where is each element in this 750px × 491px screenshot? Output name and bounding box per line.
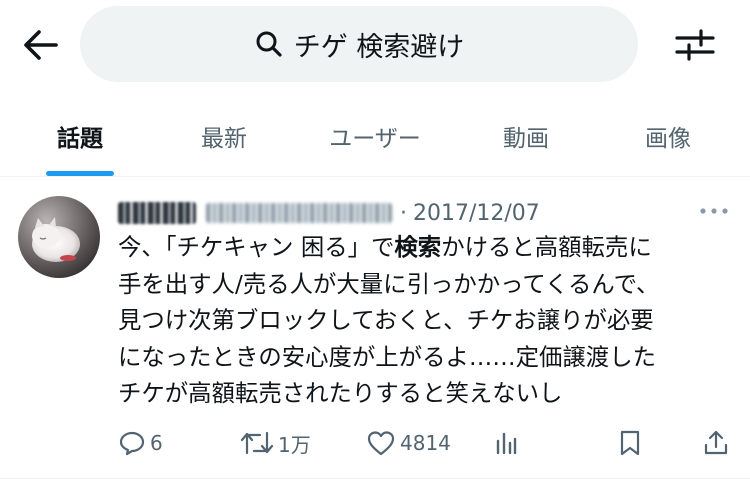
tweet-actions: 6 1万 4814 — [0, 425, 750, 461]
tweet[interactable]: · 2017/12/07 今、「チケキャン 困る」で検索かけると高額転売に 手を… — [0, 177, 750, 477]
retweet-button[interactable]: 1万 — [240, 425, 311, 461]
like-icon — [367, 431, 395, 456]
handle-redacted[interactable] — [206, 203, 392, 223]
views-button[interactable] — [494, 425, 522, 461]
search-tabs: 話題 最新 ユーザー 動画 画像 — [0, 100, 750, 176]
filter-sliders-icon[interactable] — [674, 24, 716, 66]
bookmark-button[interactable] — [618, 425, 646, 461]
tweet-text-line: 今、「チケキャン 困る」で検索かけると高額転売に — [118, 233, 652, 261]
share-icon — [704, 430, 728, 455]
search-header: チゲ 検索避け — [0, 0, 750, 88]
tweet-text-line: 見つけ次第ブロックしておくと、チケお譲りが必要 — [118, 306, 654, 335]
reply-button[interactable]: 6 — [118, 425, 163, 461]
tweet-date[interactable]: 2017/12/07 — [413, 201, 540, 226]
search-icon — [256, 31, 282, 57]
tab-images[interactable]: 画像 — [620, 100, 716, 172]
bookmark-icon — [620, 430, 640, 456]
tweet-text-line: になったときの安心度が上がるよ……定価譲渡した — [118, 342, 656, 371]
avatar[interactable] — [18, 196, 100, 278]
like-count: 4814 — [400, 431, 451, 455]
reply-count: 6 — [150, 431, 163, 455]
tab-people[interactable]: ユーザー — [310, 100, 440, 172]
tab-videos[interactable]: 動画 — [478, 100, 574, 172]
views-icon — [496, 432, 517, 455]
back-arrow-icon[interactable] — [20, 24, 62, 66]
meta-separator: · — [400, 200, 407, 226]
tweet-divider — [0, 478, 750, 479]
tweet-meta: · 2017/12/07 — [118, 195, 540, 231]
tweet-text-line: チケが高額転売されたりすると笑えないし — [118, 379, 563, 408]
tab-top[interactable]: 話題 — [30, 100, 130, 172]
more-dots-icon[interactable] — [698, 201, 730, 221]
display-name-redacted[interactable] — [118, 202, 196, 224]
retweet-count: 1万 — [278, 432, 311, 457]
tab-latest[interactable]: 最新 — [176, 100, 272, 172]
reply-icon — [119, 431, 145, 456]
share-button[interactable] — [702, 425, 734, 461]
highlighted-keyword: 検索 — [394, 233, 442, 261]
tweet-text: 今、「チケキャン 困る」で検索かけると高額転売に 手を出す人/売る人が大量に引っ… — [118, 229, 738, 412]
retweet-icon — [240, 431, 274, 455]
search-input[interactable]: チゲ 検索避け — [80, 6, 638, 82]
tweet-text-line: 手を出す人/売る人が大量に引っかかってくるんで、 — [118, 269, 660, 298]
like-button[interactable]: 4814 — [366, 425, 451, 461]
search-query-text: チゲ 検索避け — [293, 31, 465, 63]
